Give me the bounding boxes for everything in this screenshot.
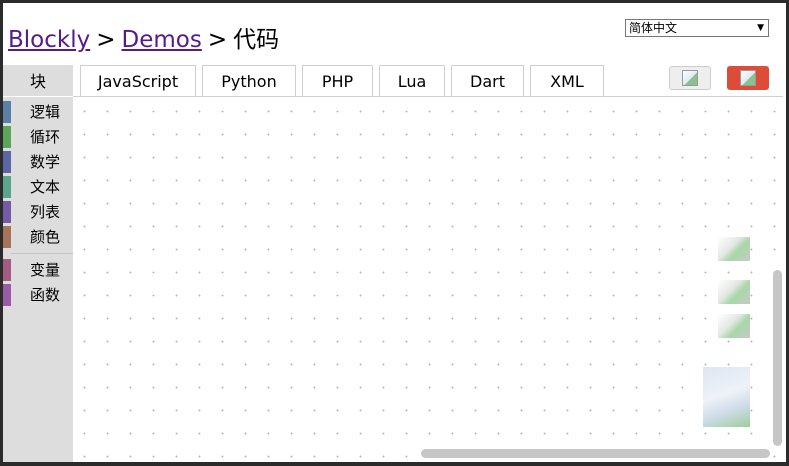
category-color-bar <box>3 226 11 248</box>
category-logic[interactable]: 逻辑 <box>3 101 73 123</box>
category-separator <box>11 253 73 254</box>
category-label: 颜色 <box>30 228 61 246</box>
tab-label: JavaScript <box>97 72 179 91</box>
category-color-bar <box>3 259 11 281</box>
category-math[interactable]: 数学 <box>3 151 73 173</box>
category-label: 循环 <box>30 128 61 146</box>
vertical-scrollbar[interactable] <box>773 270 782 446</box>
category-color-bar <box>3 101 11 123</box>
tab-label: Python <box>221 72 277 91</box>
tab-label: XML <box>550 72 584 91</box>
toolbox: 逻辑 循环 数学 文本 列表 颜色 变量 函数 <box>3 97 73 462</box>
tab-label: PHP <box>321 72 354 91</box>
category-loops[interactable]: 循环 <box>3 126 73 148</box>
tab-javascript[interactable]: JavaScript <box>80 65 196 96</box>
category-color-bar <box>3 126 11 148</box>
category-text[interactable]: 文本 <box>3 176 73 198</box>
language-select[interactable]: 简体中文 ▼ <box>625 19 769 37</box>
category-color-bar <box>3 176 11 198</box>
tab-label: Dart <box>470 72 505 91</box>
category-color-bar <box>3 151 11 173</box>
tab-python[interactable]: Python <box>202 65 296 96</box>
breadcrumb-link-demos[interactable]: Demos <box>122 27 202 53</box>
broken-image-icon <box>740 70 756 86</box>
breadcrumb: Blockly > Demos > 代码 <box>8 20 279 54</box>
category-label: 逻辑 <box>30 103 61 121</box>
category-lists[interactable]: 列表 <box>3 201 73 223</box>
language-select-value: 简体中文 <box>629 21 678 35</box>
category-label: 文本 <box>30 178 61 196</box>
tab-xml[interactable]: XML <box>530 65 604 96</box>
run-button[interactable] <box>727 66 769 90</box>
breadcrumb-link-blockly[interactable]: Blockly <box>8 27 90 53</box>
horizontal-scrollbar[interactable] <box>421 449 770 458</box>
block-workspace[interactable] <box>73 97 783 462</box>
dropdown-arrow-icon: ▼ <box>757 23 764 33</box>
category-label: 函数 <box>30 286 61 304</box>
zoom-reset-icon[interactable] <box>718 237 750 261</box>
tab-label: Lua <box>397 72 427 91</box>
category-variables[interactable]: 变量 <box>3 259 73 281</box>
tab-lua[interactable]: Lua <box>379 65 445 96</box>
category-colour[interactable]: 颜色 <box>3 226 73 248</box>
tab-blocks[interactable]: 块 <box>3 65 73 96</box>
broken-image-icon <box>682 70 698 86</box>
zoom-in-icon[interactable] <box>718 280 750 304</box>
category-label: 列表 <box>30 203 61 221</box>
tab-dart[interactable]: Dart <box>451 65 524 96</box>
category-functions[interactable]: 函数 <box>3 284 73 306</box>
category-label: 数学 <box>30 153 61 171</box>
category-color-bar <box>3 201 11 223</box>
tab-label: 块 <box>29 72 46 91</box>
zoom-out-icon[interactable] <box>718 314 750 338</box>
trash-button[interactable] <box>669 66 711 90</box>
category-label: 变量 <box>30 261 61 279</box>
breadcrumb-separator: > <box>96 27 116 53</box>
trashcan-icon[interactable] <box>703 367 750 427</box>
category-color-bar <box>3 284 11 306</box>
breadcrumb-separator: > <box>207 27 228 53</box>
page-title: 代码 <box>233 27 280 53</box>
tab-php[interactable]: PHP <box>302 65 373 96</box>
